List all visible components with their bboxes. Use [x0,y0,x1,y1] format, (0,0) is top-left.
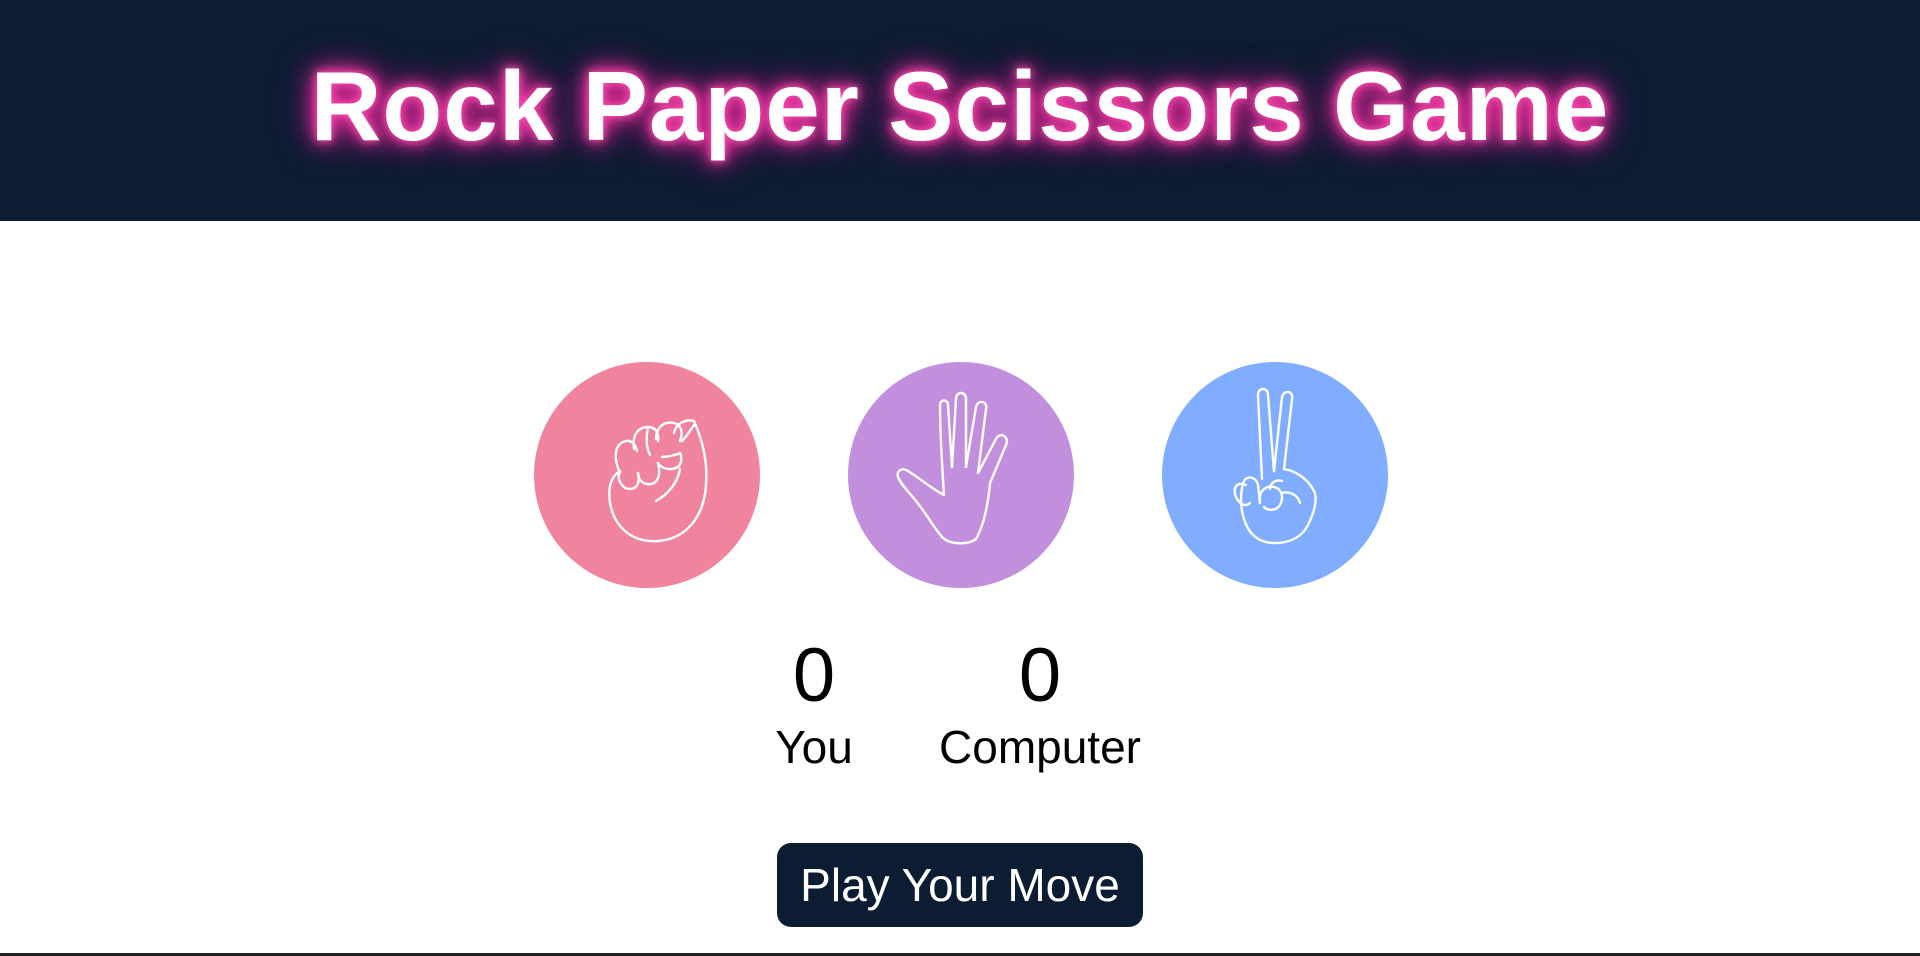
user-score-value: 0 [792,633,836,718]
computer-score: 0 Computer [920,633,1160,773]
computer-score-value: 0 [1018,633,1062,718]
open-hand-icon [896,391,1009,545]
play-your-move-button[interactable]: Play Your Move [777,843,1143,927]
peace-sign-hand-icon [1233,387,1317,545]
paper-choice-button[interactable] [848,362,1074,588]
rock-choice-button[interactable] [534,362,760,588]
page-title: Rock Paper Scissors Game [310,51,1610,161]
fist-hand-icon [608,419,708,543]
user-score-label: You [775,721,853,773]
choices-row [0,362,1920,588]
scissors-choice-button[interactable] [1162,362,1388,588]
computer-score-label: Computer [939,721,1141,773]
user-score: 0 You [764,633,864,773]
header-banner: Rock Paper Scissors Game [0,0,1920,221]
